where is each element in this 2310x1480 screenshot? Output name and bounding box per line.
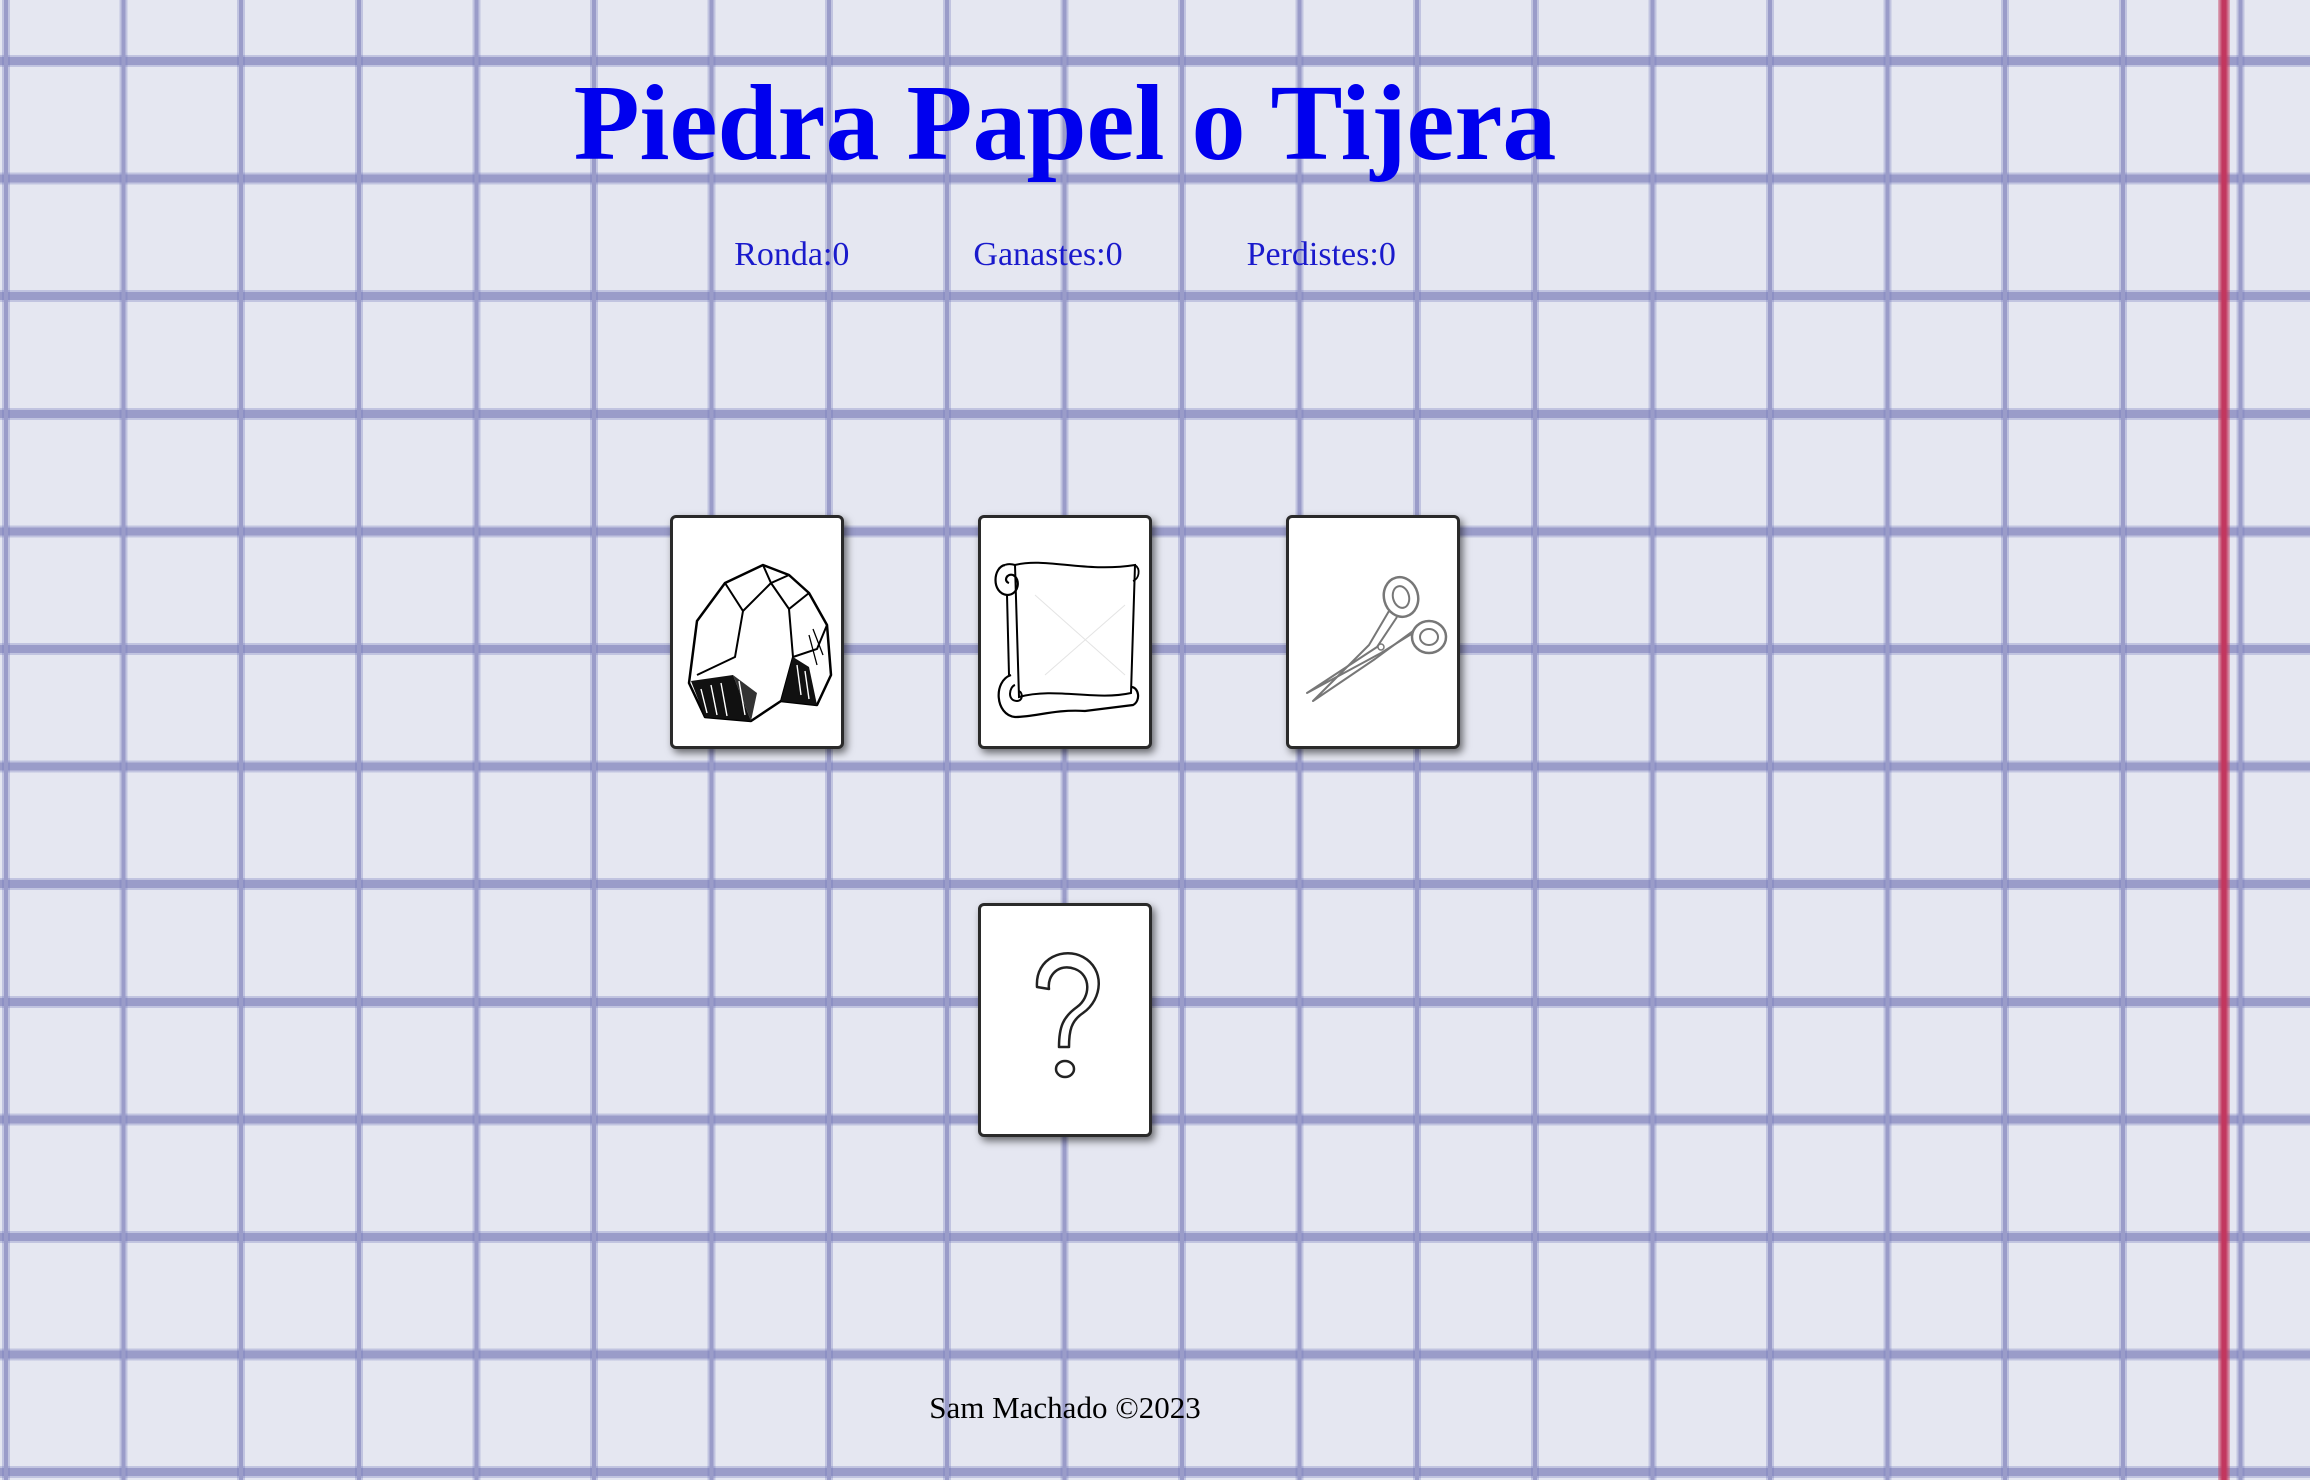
losses-label: Perdistes: <box>1246 236 1379 273</box>
round-value: 0 <box>832 236 850 273</box>
round-counter: Ronda:0 <box>734 236 849 274</box>
graph-paper-background <box>0 0 2310 1480</box>
wins-label: Ganastes: <box>973 236 1106 273</box>
scoreboard: Ronda:0 Ganastes:0 Perdistes:0 <box>0 236 2130 274</box>
cpu-choice-card <box>978 903 1152 1137</box>
question-mark-icon <box>1035 952 1100 1079</box>
wins-value: 0 <box>1105 236 1123 273</box>
paper-card-button[interactable] <box>978 515 1152 749</box>
round-label: Ronda: <box>734 236 833 273</box>
rock-icon <box>687 563 833 723</box>
losses-value: 0 <box>1378 236 1396 273</box>
scissors-card-button[interactable] <box>1286 515 1460 749</box>
footer-credit: Sam Machado ©2023 <box>929 1390 1201 1425</box>
paper-scroll-icon <box>994 561 1140 719</box>
game-title: Piedra Papel o Tijera <box>573 64 1557 183</box>
notebook-margin-line <box>2218 0 2230 1480</box>
wins-counter: Ganastes:0 <box>973 236 1122 274</box>
rock-card-button[interactable] <box>670 515 844 749</box>
losses-counter: Perdistes:0 <box>1247 236 1396 274</box>
scissors-icon <box>1306 575 1448 702</box>
